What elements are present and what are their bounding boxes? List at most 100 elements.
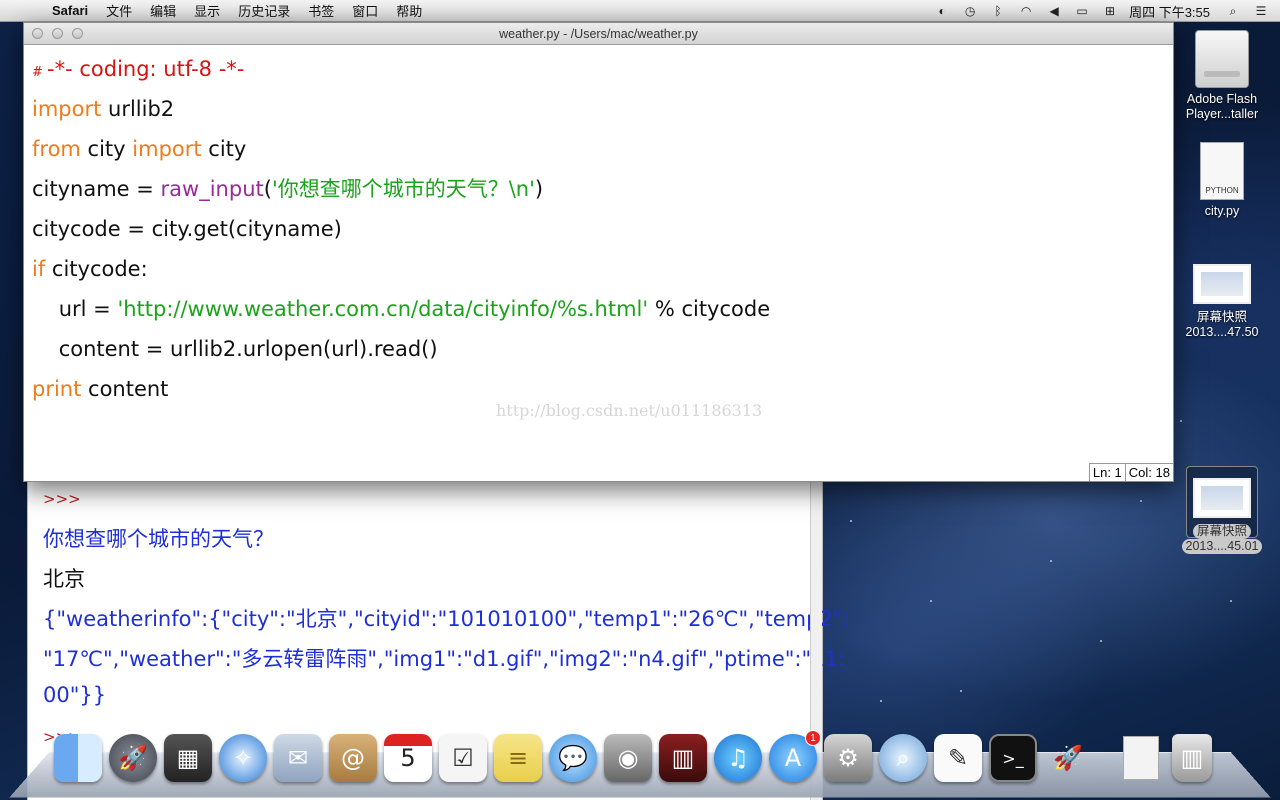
code-line-6: if citycode: <box>32 249 770 289</box>
mail-icon[interactable]: ✉ <box>274 734 322 782</box>
trash-icon[interactable]: ▥ <box>1172 734 1212 782</box>
menu-view[interactable]: 显示 <box>194 1 220 20</box>
code-line-4: cityname = raw_input('你想查哪个城市的天气？\n') <box>32 169 770 209</box>
code-text: content <box>81 377 169 401</box>
calendar-day: 5 <box>400 744 416 772</box>
editor-status: Ln: 1 Col: 18 <box>1088 463 1173 481</box>
menu-clock[interactable]: 周四 下午3:55 <box>1129 2 1210 21</box>
python-file-icon: PYTHON <box>1200 142 1244 200</box>
system-preferences-icon[interactable]: ⚙ <box>824 734 872 782</box>
desktop-icon-label: 2013....47.50 <box>1185 325 1259 339</box>
spotlight-search-icon[interactable]: ⌕ <box>1224 3 1242 19</box>
desktop-icon-label-wrap: 2013....45.01 <box>1172 539 1272 554</box>
code-text: ( <box>263 177 272 201</box>
keyword-if: if <box>32 257 46 281</box>
shell-json-line-3: 00"}} <box>43 683 107 707</box>
reminders-icon[interactable]: ☑ <box>439 734 487 782</box>
desktop-icon-label-wrap: 屏幕快照 <box>1172 524 1272 539</box>
menu-history[interactable]: 历史记录 <box>238 1 290 20</box>
documents-stack-icon[interactable] <box>1117 734 1165 782</box>
notification-center-icon[interactable]: ☰ <box>1252 3 1270 19</box>
menu-file[interactable]: 文件 <box>106 1 132 20</box>
code-line-1: # -*- coding: utf-8 -*- <box>32 49 770 89</box>
menu-window[interactable]: 窗口 <box>352 1 378 20</box>
watermark: http://blog.csdn.net/u011186313 <box>496 401 763 420</box>
code-text: % citycode <box>648 297 771 321</box>
menu-edit[interactable]: 编辑 <box>150 1 176 20</box>
app-menu[interactable]: Safari <box>52 3 88 18</box>
screenshot-thumbnail-icon <box>1193 264 1251 304</box>
finder-icon[interactable] <box>54 734 102 782</box>
desktop-icon-label: city.py <box>1204 204 1240 218</box>
preview-icon[interactable]: ⌕ <box>879 734 927 782</box>
facetime-icon[interactable]: ◉ <box>604 734 652 782</box>
photo-booth-icon[interactable]: ▦ <box>164 734 212 782</box>
stack-paper <box>1123 736 1159 780</box>
safari-icon[interactable]: ✧ <box>219 734 267 782</box>
itunes-icon[interactable]: ♫ <box>714 734 762 782</box>
code-line-8: content = urllib2.urlopen(url).read() <box>32 337 438 361</box>
textedit-icon[interactable]: ✎ <box>934 734 982 782</box>
wifi-icon[interactable]: ◠ <box>1017 3 1035 19</box>
app-store-icon[interactable]: A1 <box>769 730 821 782</box>
shell-output-question: 你想查哪个城市的天气？ <box>43 527 274 551</box>
code-line-3: from city import city <box>32 129 770 169</box>
photo-booth-curtain-icon[interactable]: ▥ <box>659 734 707 782</box>
launchpad-icon[interactable]: 🚀 <box>109 734 157 782</box>
terminal-icon[interactable]: >_ <box>989 734 1037 782</box>
desktop-icon-label: 屏幕快照 <box>1192 524 1251 539</box>
builtin-function: raw_input <box>160 177 264 201</box>
status-line: Ln: 1 <box>1088 463 1125 481</box>
battery-icon[interactable]: ▭ <box>1073 3 1091 19</box>
menu-help[interactable]: 帮助 <box>396 1 422 20</box>
input-method-icon[interactable]: ⊞ <box>1101 3 1119 19</box>
code-text: city <box>201 137 247 161</box>
code-text: city <box>80 137 133 161</box>
coding-comment: -*- coding: utf-8 -*- <box>47 57 245 81</box>
volume-icon[interactable]: ◀ <box>1045 3 1063 19</box>
comment-hash: # <box>32 65 48 80</box>
messages-icon[interactable]: 💬 <box>549 734 597 782</box>
time-machine-icon[interactable]: ◷ <box>961 3 979 19</box>
app-store-badge: 1 <box>805 730 821 746</box>
menu-bar: Safari 文件 编辑 显示 历史记录 书签 窗口 帮助 ◐ ◷ ᛒ ◠ ◀ … <box>0 0 1280 22</box>
dock: 🚀 ▦ ✧ ✉ @ 5 ☑ ≡ 💬 ◉ ▥ ♫ A1 ⚙ ⌕ ✎ >_ 🚀 ▥ <box>54 730 1219 794</box>
file-type-label: PYTHON <box>1205 186 1239 195</box>
editor-window[interactable]: weather.py - /Users/mac/weather.py # -*-… <box>23 22 1174 482</box>
contacts-icon[interactable]: @ <box>329 734 377 782</box>
code-text: citycode: <box>45 257 148 281</box>
desktop-icon-flash-installer[interactable]: Adobe Flash Player...taller <box>1172 30 1272 122</box>
python-launcher-icon[interactable]: 🚀 <box>1044 734 1092 782</box>
desktop-icon-screenshot-2[interactable]: 屏幕快照 2013....45.01 <box>1172 478 1272 554</box>
editor-title: weather.py - /Users/mac/weather.py <box>499 27 698 41</box>
status-column: Col: 18 <box>1124 463 1173 481</box>
keyword-import: import <box>32 97 102 121</box>
shell-json-line-2: "17℃","weather":"多云转雷阵雨","img1":"d1.gif"… <box>43 647 845 671</box>
shell-prompt: >>> <box>43 490 81 508</box>
keyword-print: print <box>32 377 82 401</box>
keyword-import: import <box>132 137 202 161</box>
desktop-icon-screenshot-1[interactable]: 屏幕快照 2013....47.50 <box>1172 264 1272 340</box>
code-area[interactable]: # -*- coding: utf-8 -*- import urllib2 f… <box>32 49 770 409</box>
string-literal: 'http://www.weather.com.cn/data/cityinfo… <box>117 297 649 321</box>
code-line-5: citycode = city.get(cityname) <box>32 217 342 241</box>
desktop-icon-city-py[interactable]: PYTHON city.py <box>1172 142 1272 219</box>
code-text: ) <box>534 177 544 201</box>
bluetooth-icon[interactable]: ᛒ <box>989 3 1007 19</box>
code-line-2: import urllib2 <box>32 89 770 129</box>
desktop-icon-label: 2013....45.01 <box>1181 539 1263 554</box>
editor-titlebar[interactable]: weather.py - /Users/mac/weather.py <box>24 23 1173 45</box>
code-text: urllib2 <box>101 97 175 121</box>
code-line-7: url = 'http://www.weather.com.cn/data/ci… <box>32 289 770 329</box>
shell-json-line-1: {"weatherinfo":{"city":"北京","cityid":"10… <box>43 607 850 631</box>
user-sync-icon[interactable]: ◐ <box>933 3 951 19</box>
string-literal: '你想查哪个城市的天气？\n' <box>271 177 535 201</box>
disk-image-icon <box>1195 30 1249 88</box>
menu-bookmarks[interactable]: 书签 <box>308 1 334 20</box>
desktop-icon-label: Adobe Flash Player...taller <box>1185 92 1259 121</box>
notes-icon[interactable]: ≡ <box>494 734 542 782</box>
calendar-icon[interactable]: 5 <box>384 734 432 782</box>
code-text: url = <box>32 297 118 321</box>
code-text: cityname = <box>32 177 161 201</box>
keyword-from: from <box>32 137 81 161</box>
